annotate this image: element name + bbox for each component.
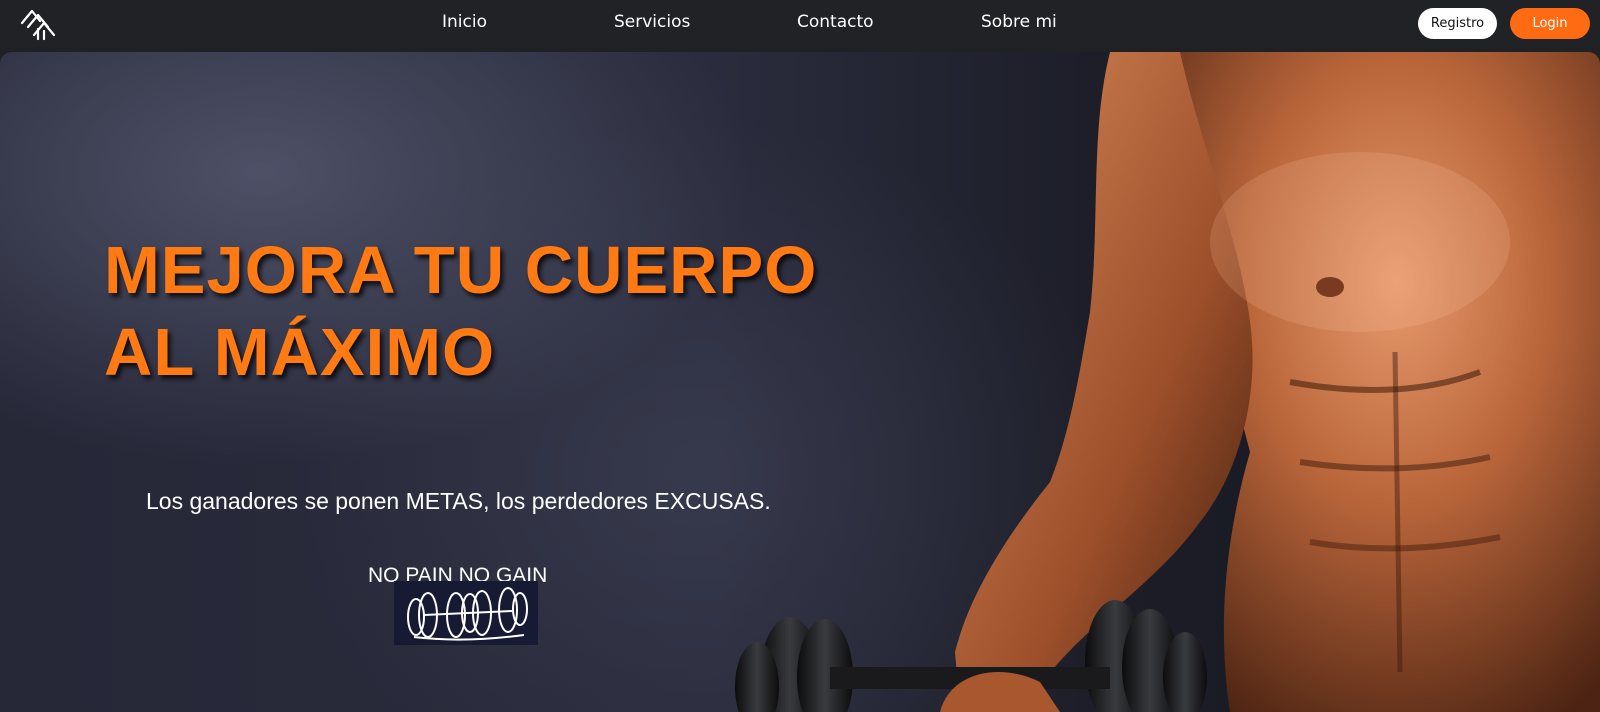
hero-quote: Los ganadores se ponen METAS, los perded…: [146, 488, 771, 514]
nav-link-sobre-mi[interactable]: Sobre mi: [981, 12, 1057, 32]
nav-links: Inicio Servicios Contacto Sobre mi: [0, 0, 1600, 47]
nav-link-contacto[interactable]: Contacto: [797, 12, 874, 32]
navbar: Inicio Servicios Contacto Sobre mi Regis…: [0, 0, 1600, 47]
hero-headline-line1: MEJORA TU CUERPO: [104, 233, 818, 308]
hero-section: MEJORA TU CUERPO AL MÁXIMO Los ganadores…: [0, 52, 1600, 712]
hero-headline: MEJORA TU CUERPO AL MÁXIMO: [104, 230, 924, 394]
hero-headline-line2: AL MÁXIMO: [104, 315, 496, 390]
login-button[interactable]: Login: [1510, 8, 1590, 39]
dumbbell-icon: [394, 581, 538, 645]
nav-link-inicio[interactable]: Inicio: [442, 12, 487, 32]
register-button[interactable]: Registro: [1418, 8, 1497, 39]
nav-link-servicios[interactable]: Servicios: [614, 12, 690, 32]
